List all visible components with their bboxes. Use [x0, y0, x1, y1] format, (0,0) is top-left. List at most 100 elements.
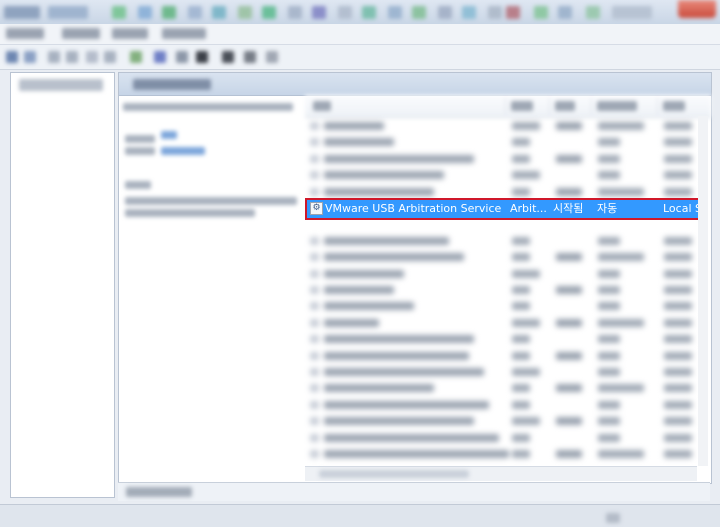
- service-row[interactable]: [308, 249, 698, 265]
- service-row[interactable]: [308, 134, 698, 150]
- description-label: [125, 135, 155, 143]
- service-row[interactable]: [308, 446, 698, 462]
- service-row[interactable]: [308, 315, 698, 331]
- service-row[interactable]: [308, 348, 698, 364]
- service-row-logon: [664, 122, 692, 130]
- status-bar: [0, 504, 720, 527]
- column-separator[interactable]: [657, 98, 658, 114]
- stop-service-link[interactable]: [161, 131, 177, 139]
- menu-item[interactable]: [112, 28, 148, 39]
- scrollbar-thumb[interactable]: [319, 470, 469, 478]
- tool-icon[interactable]: [104, 51, 116, 63]
- column-separator[interactable]: [505, 98, 506, 114]
- service-icon: [310, 417, 319, 425]
- service-row[interactable]: [308, 118, 698, 134]
- service-row-logon: [664, 155, 692, 163]
- description-label: [125, 147, 155, 155]
- tool-icon[interactable]: [86, 51, 98, 63]
- title-bar-segment: [138, 6, 152, 19]
- selected-service-row[interactable]: ⚙ VMware USB Arbitration Service Arbit..…: [305, 198, 700, 220]
- tool-icon[interactable]: [196, 51, 208, 63]
- forward-icon[interactable]: [24, 51, 36, 63]
- service-row-startup: [598, 335, 620, 343]
- service-row[interactable]: [308, 331, 698, 347]
- service-row-logon: [664, 253, 692, 261]
- service-row[interactable]: [308, 298, 698, 314]
- tool-icon[interactable]: [222, 51, 234, 63]
- column-header-log-on-as[interactable]: [663, 101, 685, 111]
- title-bar-segment: [612, 6, 652, 19]
- title-bar-segment: [462, 6, 476, 19]
- service-row-status: [556, 286, 582, 294]
- service-row[interactable]: [308, 430, 698, 446]
- service-icon: [310, 352, 319, 360]
- menu-item[interactable]: [62, 28, 100, 39]
- description-pane: [119, 95, 304, 483]
- restart-service-link[interactable]: [161, 147, 205, 155]
- service-name: VMware USB Arbitration Service: [325, 202, 502, 215]
- column-header-name[interactable]: [313, 101, 331, 111]
- tree-item-services[interactable]: [19, 79, 103, 91]
- title-bar-segment: [338, 6, 352, 19]
- service-row[interactable]: [308, 184, 698, 200]
- close-button[interactable]: [678, 0, 716, 18]
- service-row-logon: [664, 417, 692, 425]
- service-row-startup: [598, 302, 620, 310]
- service-row[interactable]: [308, 233, 698, 249]
- tool-icon[interactable]: [130, 51, 142, 63]
- service-row-description: [512, 434, 530, 442]
- tool-icon[interactable]: [176, 51, 188, 63]
- service-row-name: [324, 434, 499, 442]
- service-row-startup: [598, 155, 620, 163]
- back-icon[interactable]: [6, 51, 18, 63]
- service-row-logon: [664, 171, 692, 179]
- column-header-startup-type[interactable]: [597, 101, 637, 111]
- tool-icon[interactable]: [154, 51, 166, 63]
- service-row-description: [512, 319, 540, 327]
- tool-icon[interactable]: [48, 51, 60, 63]
- service-icon: [310, 171, 319, 179]
- horizontal-scrollbar[interactable]: [305, 466, 697, 481]
- title-bar-segment: [288, 6, 302, 19]
- menu-item[interactable]: [6, 28, 44, 39]
- service-row[interactable]: [308, 397, 698, 413]
- service-row-name: [324, 401, 489, 409]
- service-row[interactable]: [308, 380, 698, 396]
- service-row[interactable]: [308, 282, 698, 298]
- service-row[interactable]: [308, 151, 698, 167]
- service-row-startup: [598, 319, 644, 327]
- service-row-startup: [598, 434, 620, 442]
- service-row-name: [324, 155, 474, 163]
- service-row[interactable]: [308, 167, 698, 183]
- service-row-description: [512, 368, 540, 376]
- column-headers: [305, 95, 711, 118]
- service-row[interactable]: [308, 413, 698, 429]
- service-row-logon: [664, 401, 692, 409]
- description-label: [125, 181, 151, 189]
- tab-extended[interactable]: [126, 487, 192, 497]
- column-header-description[interactable]: [511, 101, 533, 111]
- service-row-name: [324, 335, 474, 343]
- menu-bar: [0, 24, 720, 45]
- column-separator[interactable]: [591, 98, 592, 114]
- column-header-status[interactable]: [555, 101, 575, 111]
- tool-icon[interactable]: [244, 51, 256, 63]
- tool-icon[interactable]: [66, 51, 78, 63]
- column-separator[interactable]: [549, 98, 550, 114]
- service-icon: [310, 302, 319, 310]
- service-icon: [310, 368, 319, 376]
- title-bar-segment: [4, 6, 40, 19]
- menu-item[interactable]: [162, 28, 206, 39]
- title-bar-segment: [188, 6, 202, 19]
- service-row[interactable]: [308, 266, 698, 282]
- vertical-scrollbar[interactable]: [698, 116, 708, 466]
- service-row-description: [512, 171, 540, 179]
- tool-icon[interactable]: [266, 51, 278, 63]
- service-icon: [310, 384, 319, 392]
- service-row-logon: [664, 434, 692, 442]
- service-row[interactable]: [308, 364, 698, 380]
- service-row-logon: [664, 302, 692, 310]
- service-row-name: [324, 270, 404, 278]
- service-row-startup: [598, 352, 620, 360]
- service-row-status: [556, 155, 582, 163]
